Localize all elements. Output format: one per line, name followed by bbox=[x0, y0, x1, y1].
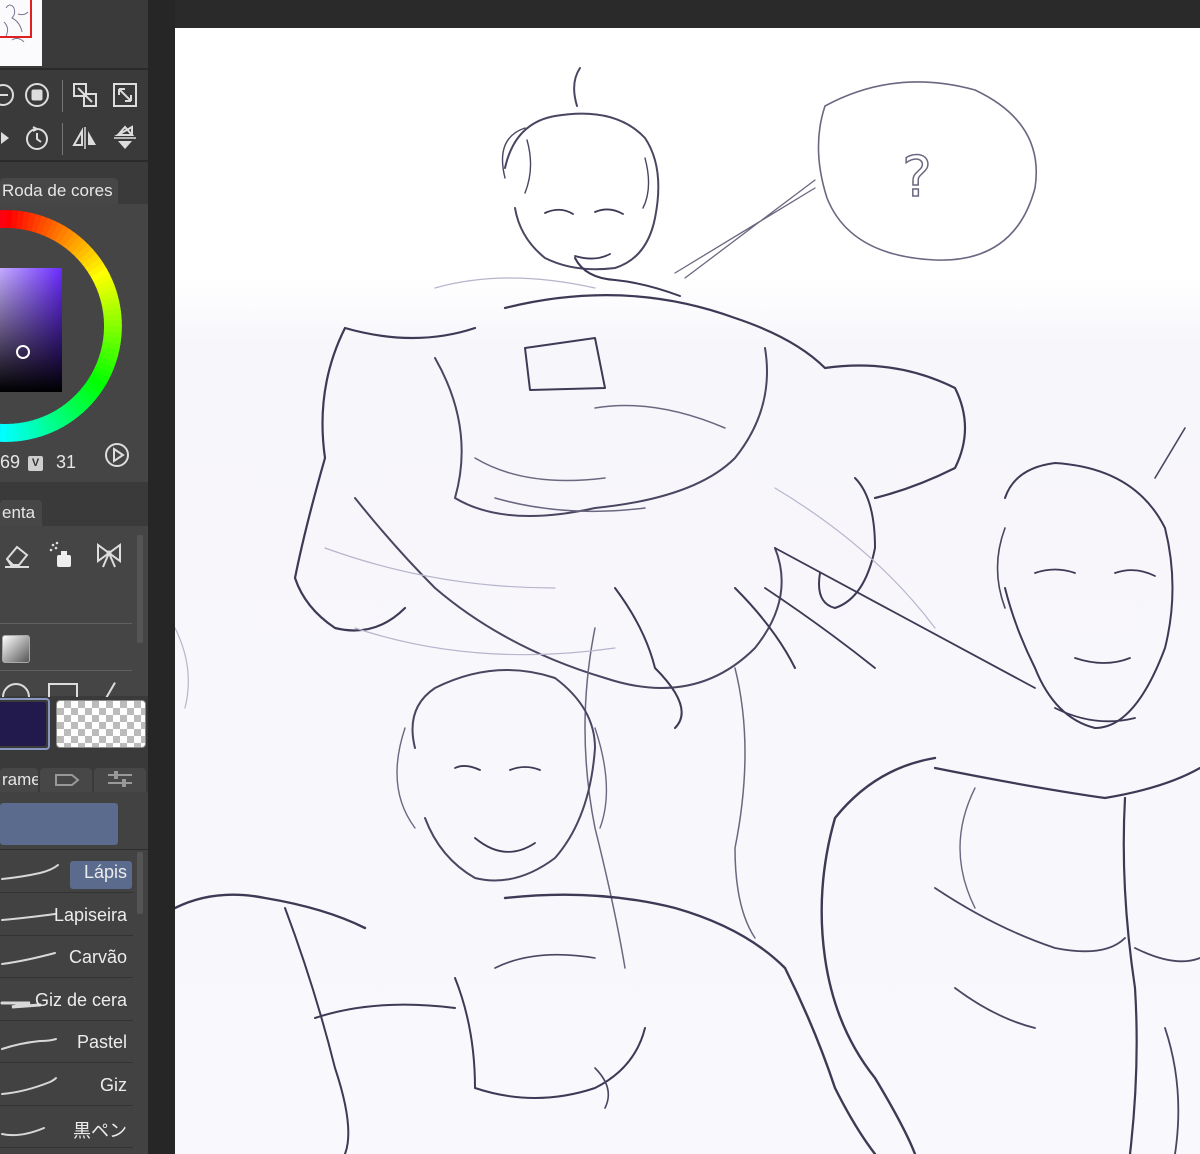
brush-label: Giz de cera bbox=[34, 989, 127, 1010]
divider bbox=[0, 1019, 133, 1021]
tab-subtool-settings[interactable] bbox=[40, 768, 92, 792]
link-icon bbox=[55, 774, 80, 786]
brush-label: Pastel bbox=[76, 1032, 127, 1052]
sketch-artwork: ? bbox=[175, 28, 1200, 1154]
divider bbox=[0, 670, 132, 671]
flip-vertical-icon[interactable] bbox=[110, 123, 140, 153]
divider bbox=[0, 1104, 133, 1106]
main-color-fill bbox=[0, 702, 46, 746]
color-picker-cursor[interactable] bbox=[16, 345, 30, 359]
canvas-top-bar bbox=[175, 0, 1200, 28]
tab-tool[interactable]: enta bbox=[0, 500, 42, 526]
decoration-icon[interactable] bbox=[94, 540, 124, 570]
value-label: V bbox=[28, 456, 43, 471]
fit-window-icon[interactable] bbox=[70, 80, 100, 110]
divider bbox=[0, 160, 148, 162]
gradient-icon[interactable] bbox=[2, 635, 30, 663]
stop-icon[interactable] bbox=[22, 80, 52, 110]
brush-item[interactable]: Lápis bbox=[0, 853, 133, 893]
brush-label: Lápis bbox=[83, 862, 127, 882]
panel-gutter bbox=[148, 0, 175, 1154]
navigator-thumbnail[interactable] bbox=[0, 0, 42, 66]
divider bbox=[62, 80, 63, 112]
brush-item[interactable]: Giz de cera bbox=[0, 981, 133, 1021]
speech-bubble-question-mark: ? bbox=[902, 145, 932, 210]
brush-label: Lapiseira bbox=[53, 904, 127, 925]
tab-subtool[interactable]: rame bbox=[0, 768, 38, 792]
divider bbox=[0, 977, 133, 978]
divider bbox=[0, 623, 132, 624]
rotate-icon[interactable] bbox=[0, 123, 18, 153]
divider bbox=[0, 892, 133, 893]
brush-item[interactable]: Lapiseira bbox=[0, 896, 133, 936]
brush-label: 黒ペン bbox=[73, 1121, 127, 1141]
tab-subtool-properties[interactable] bbox=[94, 768, 146, 792]
flip-horizontal-icon[interactable] bbox=[70, 123, 100, 153]
divider bbox=[0, 1062, 133, 1063]
subtool-group-selected[interactable] bbox=[0, 803, 118, 845]
brush-label: Giz bbox=[100, 1074, 127, 1095]
divider bbox=[62, 123, 63, 155]
zoom-out-icon[interactable] bbox=[0, 80, 18, 110]
brush-item[interactable]: 黒ペン bbox=[0, 1108, 133, 1148]
divider bbox=[0, 849, 148, 850]
navigator-view-frame[interactable] bbox=[0, 0, 32, 38]
brush-stroke-preview-icon bbox=[1, 1127, 45, 1137]
tab-color-wheel[interactable]: Roda de cores bbox=[0, 178, 118, 204]
brush-list-scrollbar[interactable] bbox=[137, 852, 143, 914]
eraser-icon[interactable] bbox=[2, 540, 32, 570]
brush-stroke-preview-icon bbox=[1, 1038, 57, 1050]
value-value: 31 bbox=[56, 452, 77, 472]
tab-color-wheel-label: Roda de cores bbox=[2, 181, 113, 200]
brush-stroke-preview-icon bbox=[1, 864, 59, 880]
brush-stroke-preview-icon bbox=[1, 1076, 57, 1095]
tab-tool-label: enta bbox=[2, 503, 36, 522]
transparent-color-swatch[interactable] bbox=[56, 700, 146, 748]
play-icon[interactable] bbox=[102, 440, 132, 470]
drawing-canvas[interactable]: ? bbox=[175, 28, 1200, 1154]
saturation-value-square[interactable] bbox=[0, 268, 62, 392]
brush-label: Carvão bbox=[68, 947, 127, 967]
divider bbox=[0, 934, 133, 936]
tool-panel-scrollbar[interactable] bbox=[137, 535, 143, 643]
main-color-swatch[interactable] bbox=[0, 698, 50, 750]
reset-rotation-icon[interactable] bbox=[22, 123, 52, 153]
brush-item[interactable]: Pastel bbox=[0, 1023, 133, 1063]
brush-item[interactable]: Carvão bbox=[0, 938, 133, 978]
tab-subtool-label: rame bbox=[2, 770, 38, 789]
divider bbox=[0, 1147, 133, 1148]
ellipse-icon[interactable] bbox=[2, 683, 30, 697]
brush-stroke-preview-icon bbox=[1, 952, 56, 965]
figure-icon[interactable] bbox=[48, 683, 78, 697]
divider bbox=[0, 68, 148, 70]
sliders-icon bbox=[108, 771, 132, 787]
hue-value: 69 bbox=[0, 452, 21, 472]
line-icon[interactable] bbox=[100, 681, 124, 697]
airbrush-icon[interactable] bbox=[48, 540, 78, 570]
fullscreen-icon[interactable] bbox=[110, 80, 140, 110]
left-panel: Roda de cores 69 V 31 enta rame Lápis La… bbox=[0, 0, 148, 1154]
brush-item[interactable]: Giz bbox=[0, 1066, 133, 1106]
brush-stroke-preview-icon bbox=[1, 912, 56, 921]
